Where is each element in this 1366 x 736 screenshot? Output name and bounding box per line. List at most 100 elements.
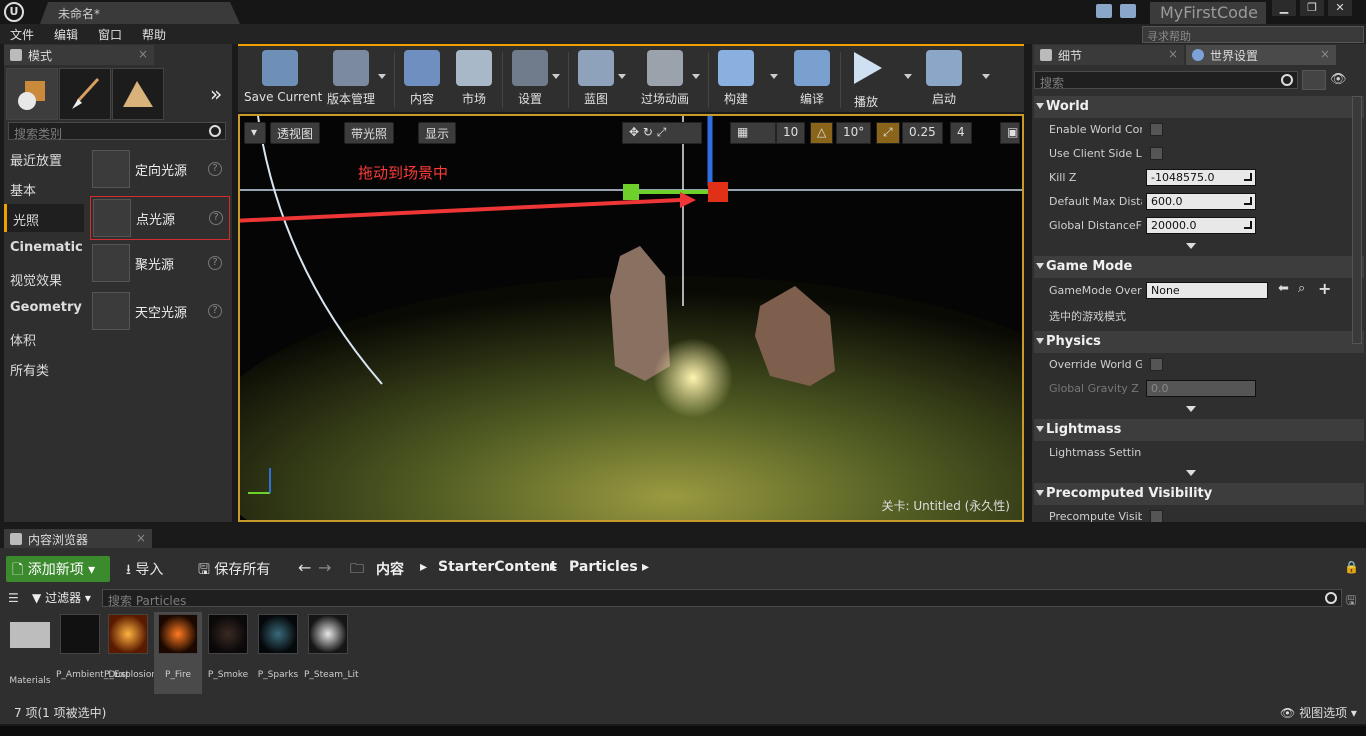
- close-icon[interactable]: ×: [138, 47, 148, 61]
- expand-world-advanced[interactable]: [1034, 242, 1350, 252]
- chevron-right-icon[interactable]: ▸: [642, 559, 649, 575]
- kill-z-field[interactable]: -1048575.0: [1146, 169, 1256, 186]
- tab-content-browser[interactable]: 内容浏览器 ×: [4, 529, 152, 549]
- menu-window[interactable]: 窗口: [98, 26, 122, 43]
- learn-icon[interactable]: [1120, 4, 1136, 18]
- enable-world-comp-checkbox[interactable]: [1150, 123, 1163, 136]
- camera-speed-button[interactable]: 4: [950, 122, 972, 144]
- property-matrix-icon[interactable]: [1302, 70, 1326, 90]
- close-icon[interactable]: ×: [1168, 47, 1178, 61]
- chevron-down-icon[interactable]: [552, 74, 560, 79]
- category-geometry[interactable]: Geometry: [4, 294, 84, 322]
- asset-tile[interactable]: P_Fire: [154, 612, 202, 694]
- help-search-input[interactable]: 寻求帮助: [1142, 26, 1364, 43]
- lock-icon[interactable]: 🔒: [1344, 560, 1359, 574]
- asset-tile[interactable]: P_Steam_Lit: [304, 612, 359, 681]
- add-new-button[interactable]: 🗋 添加新项 ▾: [6, 556, 110, 582]
- help-icon[interactable]: ?: [209, 211, 223, 225]
- viewport-options-button[interactable]: ▾: [244, 122, 266, 144]
- menu-help[interactable]: 帮助: [142, 26, 166, 43]
- play-button[interactable]: 播放: [844, 50, 888, 110]
- close-icon[interactable]: ×: [1320, 47, 1330, 61]
- chat-icon[interactable]: [1096, 4, 1112, 18]
- lit-mode-button[interactable]: 带光照: [344, 122, 395, 144]
- grid-snap-value[interactable]: 10: [776, 122, 806, 144]
- category-recent[interactable]: 最近放置: [4, 144, 84, 172]
- save-search-icon[interactable]: 🖫: [1346, 591, 1356, 612]
- section-lightmass[interactable]: Lightmass: [1034, 419, 1364, 441]
- build-button[interactable]: 构建: [714, 50, 758, 110]
- view-options-button[interactable]: 👁 视图选项 ▾: [1280, 704, 1357, 721]
- category-cinematic[interactable]: Cinematic: [4, 234, 84, 262]
- chevron-down-icon[interactable]: [692, 74, 700, 79]
- scale-snap-value[interactable]: 0.25: [902, 122, 943, 144]
- search-icon[interactable]: ⌕: [1298, 281, 1305, 296]
- save-current-button[interactable]: Save Current: [244, 50, 322, 110]
- rotation-snap-value[interactable]: 10°: [836, 122, 872, 144]
- close-button[interactable]: ✕: [1328, 0, 1352, 16]
- breadcrumb-particles[interactable]: Particles: [569, 559, 638, 575]
- help-icon[interactable]: ?: [208, 256, 222, 270]
- directional-light-item[interactable]: 定向光源 ?: [90, 148, 230, 192]
- more-modes-icon[interactable]: »: [210, 82, 222, 106]
- global-distance-field-input[interactable]: 20000.0: [1146, 217, 1256, 234]
- point-light-item[interactable]: 点光源 ?: [90, 196, 230, 240]
- marketplace-button[interactable]: 市场: [452, 50, 496, 110]
- chevron-down-icon[interactable]: [618, 74, 626, 79]
- modes-tab[interactable]: 模式 ×: [4, 45, 154, 65]
- asset-tile[interactable]: P_Sparks: [254, 612, 302, 681]
- row-lightmass-settings[interactable]: Lightmass Setting: [1034, 441, 1350, 465]
- chevron-right-icon[interactable]: ▸: [420, 559, 427, 575]
- sources-toggle-icon[interactable]: ☰: [8, 591, 19, 605]
- asset-tile[interactable]: Materials: [6, 612, 54, 687]
- chevron-down-icon[interactable]: [770, 74, 778, 79]
- blueprints-button[interactable]: 蓝图: [574, 50, 618, 110]
- perspective-button[interactable]: 透视图: [270, 122, 321, 144]
- eye-icon[interactable]: 👁: [1330, 72, 1347, 87]
- forward-arrow-icon[interactable]: →: [318, 558, 331, 577]
- transform-tools[interactable]: ✥ ↻ ⤢: [622, 122, 702, 144]
- precompute-visibility-checkbox[interactable]: [1150, 510, 1163, 522]
- category-all-classes[interactable]: 所有类: [4, 354, 84, 382]
- launch-button[interactable]: 启动: [922, 50, 966, 110]
- document-tab[interactable]: 未命名*: [40, 2, 240, 24]
- particles-search-input[interactable]: 搜索 Particles: [102, 589, 1342, 608]
- rotation-snap-icon[interactable]: △: [810, 122, 834, 144]
- details-scrollbar[interactable]: [1352, 96, 1362, 344]
- minimize-button[interactable]: ▁: [1272, 0, 1296, 16]
- override-gravity-checkbox[interactable]: [1150, 358, 1163, 371]
- breadcrumb-starter-content[interactable]: StarterContent: [438, 559, 557, 575]
- section-physics[interactable]: Physics: [1034, 331, 1364, 353]
- asset-tile[interactable]: P_Explosion: [104, 612, 157, 681]
- content-button[interactable]: 内容: [400, 50, 444, 110]
- place-mode-button[interactable]: [6, 68, 58, 120]
- menu-edit[interactable]: 编辑: [54, 26, 78, 43]
- category-volumes[interactable]: 体积: [4, 324, 84, 352]
- chevron-right-icon[interactable]: ▸: [550, 559, 557, 575]
- arrow-left-icon[interactable]: ⬅: [1278, 281, 1289, 296]
- close-icon[interactable]: ×: [136, 531, 146, 545]
- landscape-mode-button[interactable]: [112, 68, 164, 120]
- modes-search-input[interactable]: 搜索类别: [8, 122, 226, 141]
- gamemode-override-select[interactable]: None: [1146, 282, 1268, 299]
- show-button[interactable]: 显示: [418, 122, 457, 144]
- breadcrumb-content[interactable]: 内容: [376, 559, 404, 579]
- category-visual-effects[interactable]: 视觉效果: [4, 264, 84, 292]
- asset-tile[interactable]: P_Smoke: [204, 612, 252, 681]
- help-icon[interactable]: ?: [208, 162, 222, 176]
- category-lights[interactable]: 光照: [4, 204, 84, 232]
- tab-details[interactable]: 细节 ×: [1034, 45, 1184, 65]
- maximize-button[interactable]: ❐: [1300, 0, 1324, 16]
- compile-button[interactable]: 编译: [790, 50, 834, 110]
- settings-button[interactable]: 设置: [508, 50, 552, 110]
- save-all-button[interactable]: 🖫 保存所有: [192, 556, 276, 580]
- source-control-button[interactable]: 版本管理: [324, 50, 378, 110]
- details-search-input[interactable]: 搜索: [1034, 71, 1298, 90]
- section-precomputed-visibility[interactable]: Precomputed Visibility: [1034, 483, 1364, 505]
- cinematics-button[interactable]: 过场动画: [638, 50, 692, 110]
- menu-file[interactable]: 文件: [10, 26, 34, 43]
- tab-world-settings[interactable]: 世界设置 ×: [1186, 45, 1336, 65]
- default-max-distance-field[interactable]: 600.0: [1146, 193, 1256, 210]
- chevron-down-icon[interactable]: [904, 74, 912, 79]
- spot-light-item[interactable]: 聚光源 ?: [90, 242, 230, 286]
